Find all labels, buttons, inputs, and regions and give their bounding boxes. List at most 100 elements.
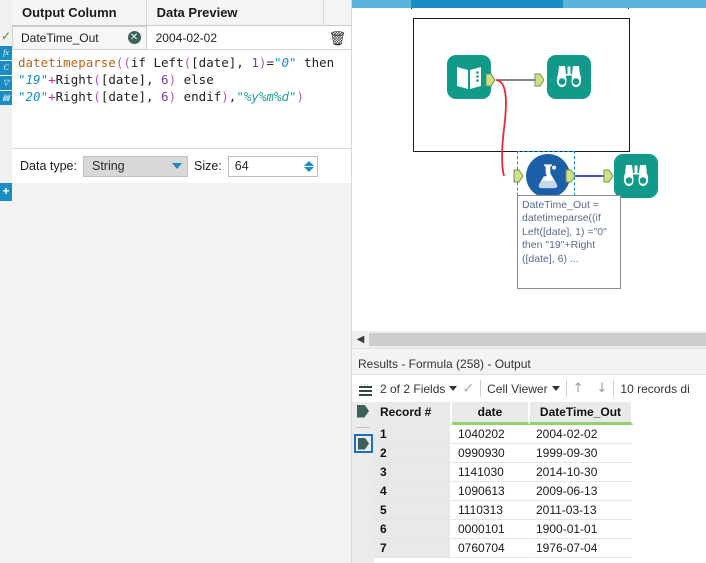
select-all-flag[interactable] — [355, 403, 371, 419]
data-type-row: Data type: String Size: 64 — [12, 152, 351, 180]
scrollbar-track[interactable] — [369, 333, 706, 346]
cell-record: 3 — [374, 463, 452, 482]
browse-tool-bottom[interactable] — [614, 154, 658, 198]
save-formula-icon[interactable]: ▤ — [0, 91, 12, 105]
stepper-down-icon[interactable] — [303, 166, 314, 172]
check-icon[interactable]: ✓ — [462, 380, 474, 397]
arrow-down-icon[interactable]: ↓ — [596, 381, 607, 396]
tool-container[interactable] — [413, 18, 630, 152]
cell-datetime-out: 2014-10-30 — [530, 463, 633, 482]
stepper-up-icon[interactable] — [303, 160, 314, 166]
column-header-actions — [324, 0, 351, 25]
table-row[interactable]: 2 0990930 1999-09-30 — [374, 444, 633, 463]
cell-datetime-out: 1900-01-01 — [530, 520, 633, 539]
delete-row-button[interactable]: 🗑 — [324, 26, 351, 50]
column-header-datetime-out[interactable]: DateTime_Out — [530, 402, 633, 425]
results-grid[interactable]: Record # date DateTime_Out 1 1040202 200… — [352, 402, 706, 563]
cell-date: 0000101 — [452, 520, 530, 539]
cell-date: 0760704 — [452, 539, 530, 558]
input-port-browse-top[interactable] — [534, 73, 545, 87]
size-stepper[interactable]: 64 — [227, 155, 318, 177]
cell-date: 0990930 — [452, 444, 530, 463]
row-selector-flag[interactable] — [354, 434, 373, 453]
toolbar-divider — [480, 380, 482, 397]
arrow-up-icon[interactable]: ↑ — [573, 381, 584, 396]
column-header-record[interactable]: Record # — [374, 402, 452, 425]
toolbar-divider — [613, 380, 615, 397]
list-icon — [358, 385, 372, 396]
records-count-label: 10 records di — [620, 381, 690, 396]
output-port-formula[interactable] — [565, 169, 576, 183]
table-row[interactable]: 6 0000101 1900-01-01 — [374, 520, 633, 539]
horizontal-scrollbar-top[interactable] — [352, 0, 706, 13]
chevron-down-icon — [551, 386, 560, 391]
table-row[interactable]: 7 0760704 1976-07-04 — [374, 539, 633, 558]
column-header-output-column: Output Column — [12, 0, 147, 25]
flask-icon — [538, 164, 558, 189]
chevron-down-icon — [171, 163, 182, 169]
table-body: 1 1040202 2004-02-02 2 0990930 1999-09-3… — [374, 425, 633, 558]
cell-record: 1 — [374, 425, 452, 444]
output-port-input-data[interactable] — [485, 73, 496, 87]
data-preview-value: 2004-02-02 — [155, 30, 218, 45]
toolbar-divider — [565, 380, 567, 397]
cell-datetime-out: 2011-03-13 — [530, 501, 633, 520]
tool-annotation: DateTime_Out = datetimeparse((if Left([d… — [517, 195, 621, 289]
fields-selector[interactable]: 2 of 2 Fields — [380, 382, 458, 396]
results-table: Record # date DateTime_Out 1 1040202 200… — [374, 402, 633, 558]
workflow-area: DateTime_Out = datetimeparse((if Left([d… — [352, 0, 706, 563]
table-row[interactable]: 1 1040202 2004-02-02 — [374, 425, 633, 444]
workflow-canvas[interactable]: DateTime_Out = datetimeparse((if Left([d… — [352, 9, 706, 331]
cell-record: 5 — [374, 501, 452, 520]
conditional-icon[interactable]: C — [0, 61, 12, 75]
table-row[interactable]: 3 1141030 2014-10-30 — [374, 463, 633, 482]
row-gutter — [352, 402, 374, 563]
flag-icon — [358, 437, 369, 450]
scrollbar-thumb[interactable] — [411, 0, 563, 8]
data-type-value: String — [91, 159, 125, 173]
results-panel: Results - Formula (258) - Output ․․․ 2 o… — [352, 353, 706, 563]
cell-date: 1141030 — [452, 463, 530, 482]
cell-date: 1090613 — [452, 482, 530, 501]
binoculars-icon — [556, 66, 582, 88]
cell-record: 4 — [374, 482, 452, 501]
cell-date: 1040202 — [452, 425, 530, 444]
formula-fx-icon[interactable]: fx — [0, 46, 12, 60]
data-type-select[interactable]: String — [82, 155, 188, 177]
binoculars-icon — [623, 165, 649, 187]
input-port-formula[interactable] — [513, 169, 524, 183]
formula-tool[interactable] — [526, 154, 570, 198]
field-list-icon-wrap[interactable]: ․․․ — [356, 380, 374, 396]
size-value: 64 — [234, 159, 249, 173]
green-check-icon: ✓ — [0, 29, 12, 43]
chevron-down-icon — [449, 386, 458, 391]
datetime-icon[interactable]: ▽ — [0, 76, 12, 90]
results-toolbar: ․․․ 2 of 2 Fields ✓ Cell Viewer ↑ ↓ 10 r… — [352, 375, 706, 402]
formula-editor[interactable]: datetimeparse((if Left([date], 1)="0" th… — [12, 50, 351, 148]
cell-datetime-out: 1976-07-04 — [530, 539, 633, 558]
browse-tool-top[interactable] — [547, 55, 591, 99]
config-header-row: Output Column Data Preview — [12, 0, 351, 26]
table-row[interactable]: 4 1090613 2009-06-13 — [374, 482, 633, 501]
scroll-left-button[interactable]: ◀ — [352, 331, 369, 348]
view-mode-label: Cell Viewer — [487, 381, 548, 396]
size-label: Size: — [193, 159, 222, 173]
table-row[interactable]: 5 1110313 2011-03-13 — [374, 501, 633, 520]
toolstrip-empty-area — [0, 201, 12, 563]
results-title: Results - Formula (258) - Output — [352, 353, 706, 375]
output-column-input[interactable]: DateTime_Out ✕ — [12, 25, 147, 50]
column-header-date[interactable]: date — [452, 402, 530, 425]
add-formula-button[interactable]: + — [0, 183, 12, 201]
cell-record: 6 — [374, 520, 452, 539]
panel-empty-area — [12, 183, 351, 563]
data-type-label: Data type: — [20, 159, 77, 173]
app-window: ✓ fx C ▽ ▤ Output Column Data Preview Da… — [0, 0, 706, 563]
view-mode-selector[interactable]: Cell Viewer — [487, 381, 560, 396]
output-field-row: DateTime_Out ✕ 2004-02-02 🗑 — [12, 25, 351, 50]
cell-datetime-out: 2004-02-02 — [530, 425, 633, 444]
trash-icon: 🗑 — [328, 29, 347, 46]
input-port-browse-bottom[interactable] — [603, 169, 614, 183]
horizontal-scrollbar-canvas[interactable]: ◀ — [352, 331, 706, 348]
circle-x-icon[interactable]: ✕ — [127, 31, 141, 44]
stepper-arrows[interactable] — [303, 160, 314, 172]
